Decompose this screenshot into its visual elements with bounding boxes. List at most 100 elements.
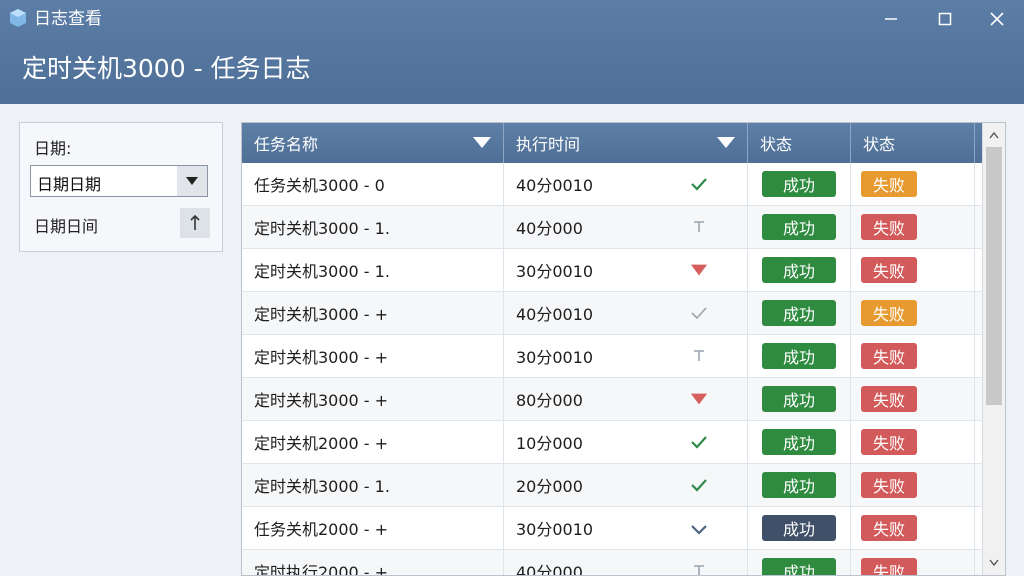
task-name-cell: 定时关机2000 - + (242, 421, 504, 463)
fail-badge: 失败 (861, 343, 917, 369)
scroll-down-button[interactable] (983, 553, 1005, 573)
sort-down-icon (717, 137, 735, 148)
status-cell-2: 失败 (851, 249, 975, 291)
exec-time-text: 80分000 (516, 391, 583, 410)
status-cell-1: 成功 (748, 464, 851, 506)
sort-down-icon (473, 137, 491, 148)
exec-time-cell: 30分0010 (504, 249, 748, 291)
success-badge: 成功 (762, 429, 836, 455)
t-icon (690, 347, 708, 365)
exec-time-cell: 40分0010 (504, 292, 748, 334)
table-body: 任务关机3000 - 0 40分0010 成功 失败 定时关机3000 - 1. 40分0… (242, 163, 983, 575)
status-cell-2: 失败 (851, 206, 975, 248)
check-icon (690, 433, 708, 451)
fail-badge: 失败 (861, 257, 917, 283)
t-icon (690, 218, 708, 236)
status-cell-2: 失败 (851, 378, 975, 420)
fail-badge: 失败 (861, 386, 917, 412)
status-cell-1: 成功 (748, 292, 851, 334)
status-cell-1: 成功 (748, 206, 851, 248)
header-status-2[interactable]: 状态 (851, 123, 975, 163)
status-cell-2: 失败 (851, 464, 975, 506)
log-table: 任务名称 执行时间 状态 状态 任务关机3000 - 0 40分0010 成功 失败定… (241, 122, 1006, 576)
fail-badge: 失败 (861, 472, 917, 498)
check-slate-icon (690, 519, 708, 537)
success-badge: 成功 (762, 515, 836, 541)
exec-time-cell: 40分0010 (504, 163, 748, 205)
vertical-scrollbar[interactable] (982, 123, 1005, 575)
status-cell-2: 失败 (851, 550, 975, 575)
exec-time-text: 30分0010 (516, 348, 594, 367)
task-name-cell: 定时执行2000 - + (242, 550, 504, 575)
success-badge: 成功 (762, 472, 836, 498)
status-cell-2: 失败 (851, 163, 975, 205)
success-badge: 成功 (762, 558, 836, 575)
table-row[interactable]: 定时关机3000 - + 80分000 成功 失败 (242, 378, 983, 421)
status-cell-2: 失败 (851, 335, 975, 377)
date-select-value: 日期日期 (37, 175, 102, 194)
status-cell-2: 失败 (851, 292, 975, 334)
header-status-1[interactable]: 状态 (748, 123, 851, 163)
maximize-icon (938, 12, 952, 26)
sort-button[interactable] (180, 208, 210, 238)
table-row[interactable]: 任务关机3000 - 0 40分0010 成功 失败 (242, 163, 983, 206)
table-row[interactable]: 定时执行2000 - + 40分000 成功 失败 (242, 550, 983, 575)
main-content: 日期: 日期日期 日期日间 任务名称 执行时间 状态 状态 任务关机3000 -… (0, 104, 1024, 576)
maximize-button[interactable] (922, 4, 968, 34)
close-icon (990, 12, 1004, 26)
exec-time-text: 40分0010 (516, 176, 594, 195)
chevron-up-icon (989, 131, 999, 139)
exec-time-text: 40分000 (516, 219, 583, 238)
task-name-cell: 定时关机3000 - + (242, 378, 504, 420)
t-icon (690, 562, 708, 575)
minimize-button[interactable] (868, 4, 914, 34)
close-button[interactable] (974, 4, 1020, 34)
window-titlebar: 日志查看 定时关机3000 - 任务日志 (0, 0, 1024, 104)
minimize-icon (885, 18, 897, 20)
header-exec-time-label: 执行时间 (516, 135, 581, 154)
dropdown-arrow-button[interactable] (177, 166, 207, 196)
table-row[interactable]: 定时关机3000 - + 30分0010 成功 失败 (242, 335, 983, 378)
table-row[interactable]: 定时关机3000 - 1. 40分000 成功 失败 (242, 206, 983, 249)
exec-time-cell: 20分000 (504, 464, 748, 506)
triangle-down-icon (690, 390, 708, 408)
check-light-icon (690, 304, 708, 322)
scroll-thumb[interactable] (986, 147, 1002, 405)
status-cell-2: 失败 (851, 421, 975, 463)
sort-icon (190, 214, 200, 230)
exec-time-cell: 30分0010 (504, 507, 748, 549)
task-name-cell: 定时关机3000 - + (242, 292, 504, 334)
table-row[interactable]: 任务关机2000 - + 30分0010 成功 失败 (242, 507, 983, 550)
header-task-name[interactable]: 任务名称 (242, 123, 504, 163)
date-select[interactable]: 日期日期 (30, 165, 208, 197)
filter-panel: 日期: 日期日期 日期日间 (19, 122, 223, 252)
task-name-cell: 定时关机3000 - 1. (242, 206, 504, 248)
exec-time-text: 20分000 (516, 477, 583, 496)
check-icon (690, 175, 708, 193)
header-status-2-label: 状态 (863, 135, 896, 154)
triangle-down-icon (690, 261, 708, 279)
exec-time-text: 30分0010 (516, 520, 594, 539)
exec-time-cell: 80分000 (504, 378, 748, 420)
success-badge: 成功 (762, 300, 836, 326)
app-icon (10, 9, 26, 27)
status-cell-1: 成功 (748, 163, 851, 205)
status-cell-1: 成功 (748, 249, 851, 291)
table-row[interactable]: 定时关机3000 - + 40分0010 成功 失败 (242, 292, 983, 335)
header-exec-time[interactable]: 执行时间 (504, 123, 748, 163)
exec-time-cell: 10分000 (504, 421, 748, 463)
table-row[interactable]: 定时关机3000 - 1. 30分0010 成功 失败 (242, 249, 983, 292)
header-task-name-label: 任务名称 (254, 135, 319, 154)
window-title: 日志查看 (34, 9, 102, 29)
exec-time-cell: 40分000 (504, 206, 748, 248)
table-row[interactable]: 定时关机2000 - + 10分000 成功 失败 (242, 421, 983, 464)
success-badge: 成功 (762, 386, 836, 412)
page-title: 定时关机3000 - 任务日志 (22, 54, 311, 83)
success-badge: 成功 (762, 257, 836, 283)
status-cell-1: 成功 (748, 378, 851, 420)
sort-label: 日期日间 (34, 217, 99, 236)
exec-time-cell: 40分000 (504, 550, 748, 575)
scroll-up-button[interactable] (983, 125, 1005, 145)
fail-badge: 失败 (861, 214, 917, 240)
table-row[interactable]: 定时关机3000 - 1. 20分000 成功 失败 (242, 464, 983, 507)
